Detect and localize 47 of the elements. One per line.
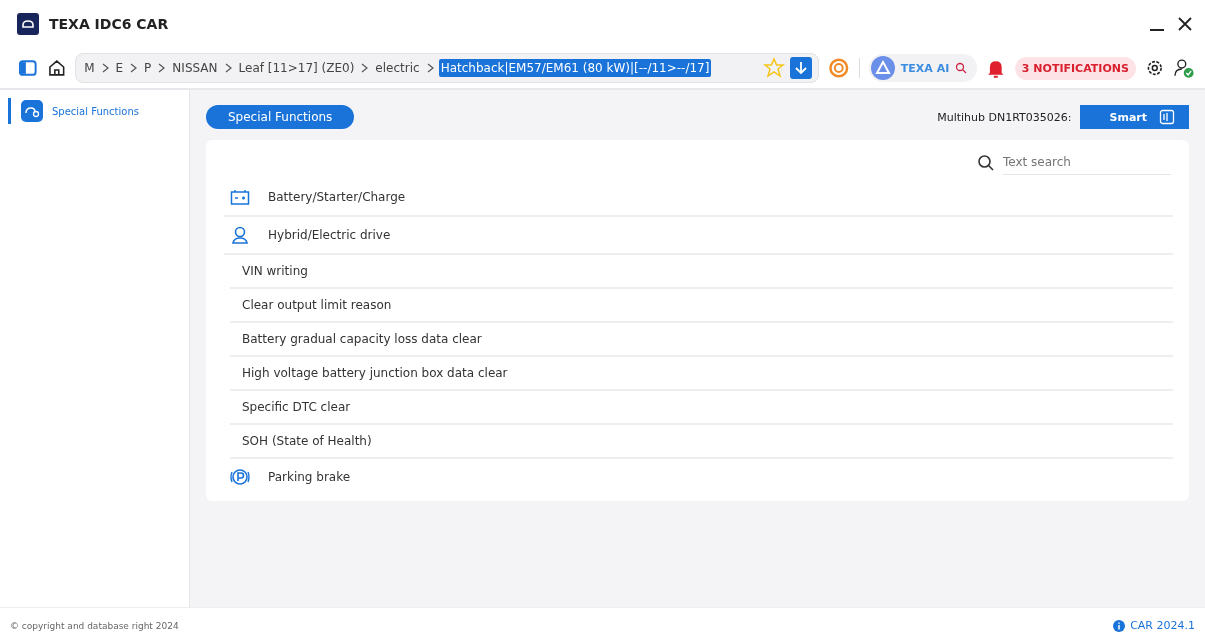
lifebuoy-icon[interactable] [828, 57, 850, 79]
chevron-icon [130, 63, 138, 73]
function-list-item[interactable]: SOH (State of Health) [230, 425, 1173, 459]
function-list-item[interactable]: Clear output limit reason [230, 289, 1173, 323]
breadcrumb-item[interactable]: M [82, 59, 97, 77]
home-icon[interactable] [46, 58, 67, 78]
copyright-text: © copyright and database right 2024 [10, 620, 179, 632]
chevron-icon [224, 63, 232, 73]
function-list-item[interactable]: VIN writing [230, 255, 1173, 289]
device-icon [1159, 109, 1175, 125]
app-logo-icon [17, 13, 39, 35]
breadcrumb-item[interactable]: Leaf [11>17] (ZE0) [236, 59, 357, 77]
breadcrumb-item[interactable]: E [113, 59, 126, 77]
version-link[interactable]: CAR 2024.1 [1130, 619, 1195, 632]
chevron-icon [101, 63, 109, 73]
function-list-item[interactable]: Battery/Starter/Charge [224, 179, 1173, 217]
search-field[interactable]: Text search [1003, 150, 1171, 175]
car-search-icon [21, 100, 43, 122]
device-label: Multihub DN1RT035026: [937, 110, 1072, 124]
sidebar-toggle-icon[interactable] [18, 58, 38, 78]
star-icon[interactable] [763, 57, 786, 79]
search-icon [955, 62, 968, 74]
function-list-item[interactable]: Hybrid/Electric drive [224, 217, 1173, 255]
search-icon [977, 153, 995, 172]
download-icon[interactable] [790, 57, 813, 79]
battery-icon [230, 188, 250, 206]
section-title-tab[interactable]: Special Functions [206, 105, 355, 129]
info-icon[interactable] [1113, 620, 1126, 632]
breadcrumb-item[interactable]: electric [373, 59, 422, 77]
window-title: TEXA IDC6 CAR [49, 16, 169, 32]
function-list-item[interactable]: High voltage battery junction box data clear [230, 357, 1173, 391]
breadcrumb-item[interactable]: NISSAN [170, 59, 220, 77]
person-icon [230, 225, 250, 245]
function-list-item[interactable]: Specific DTC clear [230, 391, 1173, 425]
notifications-button[interactable]: 3 NOTIFICATIONS [1014, 56, 1136, 80]
triangle-logo-icon [870, 56, 895, 80]
function-list-item[interactable]: Parking brake [224, 459, 1173, 495]
parking-icon [230, 467, 250, 487]
close-icon[interactable] [1177, 16, 1193, 32]
chevron-icon [158, 63, 166, 73]
smart-button[interactable]: Smart [1079, 105, 1189, 129]
chevron-icon [426, 63, 434, 73]
user-status-icon[interactable] [1173, 57, 1195, 79]
breadcrumb-item[interactable]: Hatchback|EM57/EM61 (80 kW)|[--/11>--/17] [438, 59, 712, 77]
function-list-item[interactable]: Battery gradual capacity loss data clear [230, 323, 1173, 357]
breadcrumb-item[interactable]: P [142, 59, 154, 77]
chevron-icon [361, 63, 369, 73]
